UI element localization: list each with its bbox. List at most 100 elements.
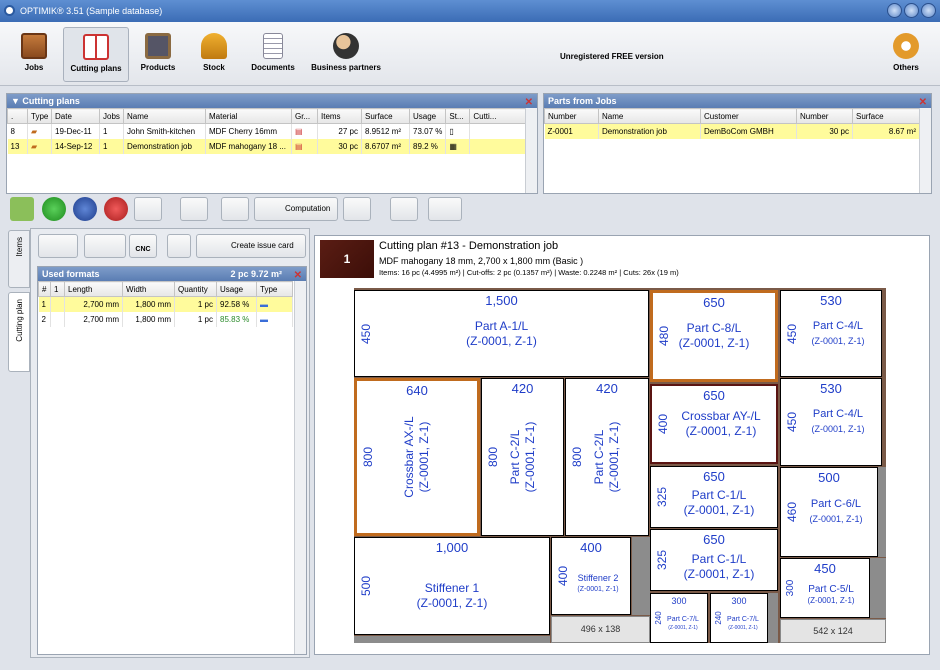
others-button[interactable]: Others	[884, 27, 928, 82]
cancel-computation-button[interactable]	[343, 197, 371, 221]
cutting-plans-button[interactable]: Cutting plans	[63, 27, 129, 82]
tab-items[interactable]: Items	[8, 230, 30, 288]
saw-button[interactable]	[428, 197, 462, 221]
col-length[interactable]: Length	[64, 281, 123, 297]
close-button[interactable]	[921, 3, 936, 18]
delete-button[interactable]	[104, 197, 128, 221]
wood-icon: ▰	[27, 123, 52, 139]
plan-piece[interactable]: 500 460 Part C-6/L (Z-0001, Z-1)	[780, 467, 878, 557]
used-formats-scrollbar[interactable]	[294, 281, 306, 654]
maximize-button[interactable]	[904, 3, 919, 18]
plan-piece[interactable]: 650 325 Part C-1/L (Z-0001, Z-1)	[650, 529, 778, 591]
col-cutting[interactable]: Cutti...	[469, 108, 526, 124]
used-formats-table: # 1 Length Width Quantity Usage Type 1 2…	[38, 281, 293, 327]
parts-scrollbar[interactable]	[919, 108, 931, 193]
copy-button[interactable]	[221, 197, 249, 221]
plan-piece[interactable]: 650 480 Part C-8/L (Z-0001, Z-1)	[650, 290, 778, 382]
plan-piece[interactable]: 530 450 Part C-4/L (Z-0001, Z-1)	[780, 290, 882, 377]
col-qty[interactable]: Number	[796, 108, 853, 124]
plan-piece[interactable]: 650 325 Part C-1/L (Z-0001, Z-1)	[650, 466, 778, 528]
table-row[interactable]: Z-0001 Demonstration job DemBoCom GMBH 3…	[544, 123, 920, 139]
cnc-label: CNC	[135, 246, 151, 253]
plan-piece[interactable]: 300 240 Part C-7/L (Z-0001, Z-1)	[650, 593, 708, 643]
plan-piece[interactable]: 640 800 Crossbar AX-/L (Z-0001, Z-1)	[354, 378, 480, 536]
offcut: 496 x 138	[551, 616, 650, 643]
others-label: Others	[893, 63, 919, 72]
table-row[interactable]: 1 2,700 mm 1,800 mm 1 pc 92.58 % ▬	[38, 296, 293, 312]
col-customer[interactable]: Customer	[700, 108, 797, 124]
tab-cutting-plan[interactable]: Cutting plan	[8, 292, 30, 372]
cabinet-icon	[145, 33, 171, 59]
col-sort[interactable]: 1	[50, 281, 65, 297]
plan-piece[interactable]: 450 300 Part C-5/L (Z-0001, Z-1)	[780, 558, 870, 618]
doc-button[interactable]	[167, 234, 191, 258]
open-button[interactable]	[84, 234, 126, 258]
refresh-button[interactable]	[73, 197, 97, 221]
plan-piece[interactable]: 300 240 Part C-7/L (Z-0001, Z-1)	[710, 593, 768, 643]
cell-name: Demonstration job	[598, 123, 701, 139]
cell-items: 30 pc	[317, 138, 362, 154]
documents-button[interactable]: Documents	[248, 27, 298, 82]
col-items[interactable]: Items	[317, 108, 362, 124]
used-formats-header: Used formats 2 pc 9.72 m² ✕	[38, 267, 306, 281]
piece-width: 420	[596, 381, 618, 396]
offcut: 542 x 124	[780, 619, 886, 643]
filter-icon[interactable]: ▼	[11, 96, 22, 106]
jobs-button[interactable]: Jobs	[12, 27, 56, 82]
people-icon	[333, 33, 359, 59]
computation-button[interactable]: Computation	[254, 197, 338, 221]
col-quantity[interactable]: Quantity	[174, 281, 217, 297]
col-sort[interactable]: .	[7, 108, 28, 124]
print-plan-button[interactable]	[38, 234, 78, 258]
col-type[interactable]: Type	[27, 108, 52, 124]
table-row[interactable]: 13 ▰ 14-Sep-12 1 Demonstration job MDF m…	[7, 138, 526, 154]
col-date[interactable]: Date	[51, 108, 100, 124]
col-material[interactable]: Material	[205, 108, 292, 124]
plan-piece[interactable]: 530 450 Part C-4/L (Z-0001, Z-1)	[780, 378, 882, 466]
new-plan-button[interactable]	[10, 197, 34, 221]
export-button[interactable]	[180, 197, 208, 221]
plan-title: Cutting plan #13 - Demonstration job	[379, 240, 559, 252]
cutting-plans-scrollbar[interactable]	[525, 108, 537, 193]
used-formats-title: Used formats	[42, 269, 100, 279]
table-row[interactable]: 2 2,700 mm 1,800 mm 1 pc 85.83 % ▬	[38, 311, 293, 327]
col-name[interactable]: Name	[123, 108, 206, 124]
cutting-plans-table: . Type Date Jobs Name Material Gr... Ite…	[7, 108, 526, 154]
col-type[interactable]: Type	[256, 281, 293, 297]
print-button[interactable]	[134, 197, 162, 221]
col-surface[interactable]: Surface	[361, 108, 410, 124]
col-usage[interactable]: Usage	[408, 108, 447, 124]
plan-piece[interactable]: 420 800 Part C-2/L (Z-0001, Z-1)	[565, 378, 649, 536]
table-row[interactable]: 8 ▰ 19-Dec-11 1 John Smith-kitchen MDF C…	[7, 123, 526, 139]
col-usage[interactable]: Usage	[216, 281, 257, 297]
plan-piece[interactable]: 650 400 Crossbar AY-/L (Z-0001, Z-1)	[650, 384, 778, 464]
col-index[interactable]: #	[38, 281, 51, 297]
stock-button[interactable]: Stock	[194, 27, 234, 82]
cell-quantity: 1 pc	[174, 296, 217, 312]
plan-piece[interactable]: 1,500 450 Part A-1/L (Z-0001, Z-1)	[354, 290, 649, 377]
col-surface[interactable]: Surface	[852, 108, 920, 124]
worker-button[interactable]	[390, 197, 418, 221]
create-issue-card-button[interactable]: Create issue card	[196, 234, 306, 258]
col-width[interactable]: Width	[122, 281, 175, 297]
col-group[interactable]: Gr...	[291, 108, 318, 124]
plan-piece[interactable]: 420 800 Part C-2/L (Z-0001, Z-1)	[481, 378, 564, 536]
piece-width: 420	[511, 381, 534, 396]
col-number[interactable]: Number	[544, 108, 599, 124]
minimize-button[interactable]	[887, 3, 902, 18]
piece-height: 800	[361, 446, 376, 468]
table-header: Number Name Customer Number Surface	[544, 108, 920, 124]
cell-jobs: 1	[99, 138, 124, 154]
col-status[interactable]: St...	[445, 108, 471, 124]
plan-piece[interactable]: 1,000 500 Stiffener 1 (Z-0001, Z-1)	[354, 537, 550, 635]
col-jobs[interactable]: Jobs	[99, 108, 124, 124]
col-name[interactable]: Name	[598, 108, 701, 124]
piece-label: Crossbar AY-/L (Z-0001, Z-1)	[681, 409, 761, 438]
business-partners-button[interactable]: Business partners	[308, 27, 384, 82]
plan-piece[interactable]: 400 400 Stiffener 2 (Z-0001, Z-1)	[551, 537, 631, 615]
products-button[interactable]: Products	[136, 27, 180, 82]
add-button[interactable]	[42, 197, 66, 221]
plan-material: MDF mahogany 18 mm, 2,700 x 1,800 mm (Ba…	[379, 256, 584, 266]
cnc-button[interactable]: CNC	[129, 234, 157, 258]
cell-number: Z-0001	[544, 123, 599, 139]
